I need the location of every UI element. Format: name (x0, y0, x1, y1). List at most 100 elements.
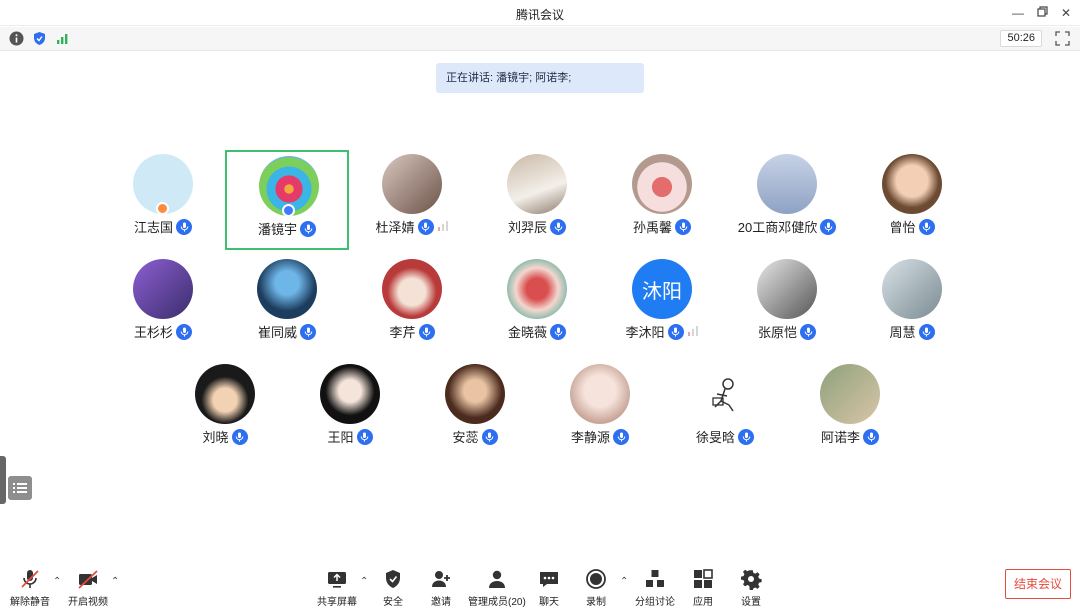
microphone-icon (176, 218, 192, 235)
fullscreen-icon[interactable] (1055, 31, 1070, 46)
microphone-icon (918, 323, 935, 340)
microphone-icon (617, 432, 625, 442)
microphone-icon (738, 428, 754, 445)
microphone-icon (554, 327, 562, 337)
participant-name: 李沐阳 (625, 325, 665, 340)
minimize-icon[interactable]: — (1009, 4, 1027, 22)
end-meeting-button[interactable]: 结束会议 (1005, 569, 1071, 599)
microphone-icon (180, 222, 188, 232)
meeting-timer: 50:26 (1000, 30, 1042, 47)
participant-tile[interactable]: 李芹 (350, 255, 474, 355)
invite-button[interactable]: 邀请 (430, 568, 452, 608)
participant-tile[interactable]: 金晓薇 (475, 255, 599, 355)
participant-tile[interactable]: 周慧 (850, 255, 974, 355)
avatar (570, 364, 630, 424)
participant-name: 李芹 (389, 325, 416, 340)
chat-button[interactable]: 聊天 (538, 568, 560, 608)
sketch-figure-icon (712, 378, 734, 412)
user-role-icon (282, 204, 295, 217)
participant-tile[interactable]: 李静源 (538, 360, 662, 460)
participant-tile[interactable]: 潘镜宇 (225, 150, 349, 250)
microphone-icon (550, 218, 566, 235)
microphone-icon (804, 327, 812, 337)
side-panel-handle[interactable] (0, 456, 6, 504)
record-button[interactable]: 录制 (585, 568, 607, 608)
microphone-icon (422, 327, 431, 337)
participant-name: 张原恺 (757, 325, 797, 340)
participant-tile[interactable]: 刘羿辰 (475, 150, 599, 250)
avatar (320, 364, 380, 424)
manage-members-button[interactable]: 管理成员(20) (468, 568, 526, 608)
video-options-chevron-up-icon[interactable]: ⌃ (111, 576, 119, 587)
restore-icon[interactable] (1033, 4, 1051, 22)
close-icon[interactable]: ✕ (1057, 4, 1075, 22)
participant-name: 潘镜宇 (257, 222, 297, 237)
participant-name-row: 刘羿辰 (475, 217, 599, 236)
participant-tile[interactable]: 张原恺 (725, 255, 849, 355)
share-screen-button[interactable]: 共享屏幕 (317, 568, 357, 608)
security-button[interactable]: 安全 (382, 568, 404, 608)
breakout-button[interactable]: 分组讨论 (635, 568, 675, 608)
audio-level-icon (437, 219, 449, 234)
participant-tile[interactable]: 20工商邓健欣 (725, 150, 849, 250)
microphone-icon (554, 222, 562, 232)
shield-icon (386, 570, 400, 588)
avatar (882, 154, 942, 214)
participant-name-row: 潘镜宇 (227, 219, 347, 238)
participant-tile[interactable]: 王阳 (288, 360, 412, 460)
participant-tile[interactable]: 杜泽婧 (350, 150, 474, 250)
participant-name-row: 金晓薇 (475, 322, 599, 341)
unmute-button[interactable]: 解除静音 (10, 568, 50, 608)
participant-name: 徐旻晗 (695, 430, 735, 445)
participant-tile[interactable]: 崔同威 (225, 255, 349, 355)
breakout-rooms-icon (646, 570, 664, 587)
apps-button[interactable]: 应用 (692, 568, 714, 608)
microphone-icon (180, 327, 188, 337)
record-icon (586, 569, 606, 589)
start-video-button[interactable]: 开启视频 (68, 568, 108, 608)
microphone-icon (421, 222, 430, 232)
microphone-icon (675, 218, 691, 235)
participant-tile[interactable]: 孙禹馨 (600, 150, 724, 250)
microphone-icon (176, 323, 192, 340)
participant-tile[interactable]: 曾怡 (850, 150, 974, 250)
members-icon (488, 570, 505, 588)
info-icon[interactable] (9, 31, 24, 46)
signal-strength-icon[interactable] (55, 31, 70, 46)
microphone-icon (820, 218, 837, 235)
member-list-button[interactable] (8, 476, 32, 500)
participant-name-row: 江志国 (101, 217, 225, 236)
participant-tile[interactable]: 江志国 (101, 150, 225, 250)
settings-label: 设置 (741, 597, 761, 608)
microphone-icon (922, 327, 931, 337)
avatar (507, 259, 567, 319)
microphone-icon (550, 323, 566, 340)
window-title: 腾讯会议 (515, 8, 564, 22)
microphone-icon (231, 428, 248, 445)
bottom-toolbar: 解除静音 ⌃ 开启视频 ⌃ 共享屏幕 ⌃ 安全 邀请 管理成员(20) 聊天 录… (0, 562, 1080, 608)
share-options-chevron-up-icon[interactable]: ⌃ (360, 576, 368, 587)
avatar (632, 154, 692, 214)
participant-tile[interactable]: 刘晓 (163, 360, 287, 460)
settings-button[interactable]: 设置 (740, 568, 762, 608)
participant-tile[interactable]: 阿诺李 (788, 360, 912, 460)
microphone-icon (304, 327, 312, 337)
manage-members-label: 管理成员(20) (468, 597, 526, 608)
record-options-chevron-up-icon[interactable]: ⌃ (620, 576, 628, 587)
microphone-icon (679, 222, 687, 232)
avatar (507, 154, 567, 214)
microphone-icon (863, 428, 879, 445)
participant-tile[interactable]: 安蕊 (413, 360, 537, 460)
participant-name: 崔同威 (257, 325, 297, 340)
participant-tile[interactable]: 徐旻晗 (663, 360, 787, 460)
participant-tile[interactable]: 沐阳 李沐阳 (600, 255, 724, 355)
participant-tile[interactable]: 王杉杉 (101, 255, 225, 355)
microphone-icon (356, 428, 373, 445)
participant-name: 20工商邓健欣 (737, 220, 818, 235)
shield-icon[interactable] (32, 31, 47, 46)
microphone-icon (304, 224, 312, 234)
microphone-icon (417, 218, 434, 235)
audio-options-chevron-up-icon[interactable]: ⌃ (53, 576, 61, 587)
participant-name-row: 安蕊 (413, 427, 537, 446)
participant-name: 王杉杉 (133, 325, 173, 340)
